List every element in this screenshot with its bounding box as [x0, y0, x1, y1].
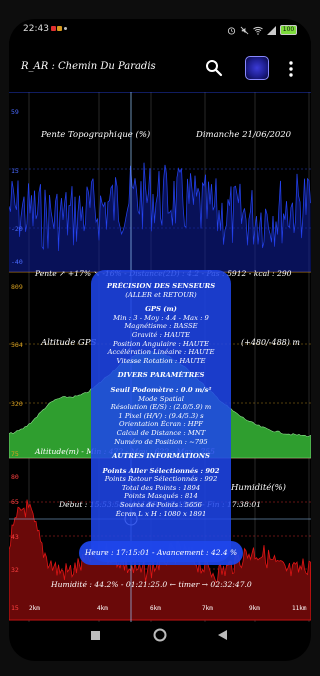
status-time: 22:43: [23, 24, 49, 34]
info-line: Calcul de Distance : MNT: [116, 428, 206, 437]
slope-date: Dimanche 21/06/2020: [196, 130, 292, 140]
info-line: Résolution (E/S) : (2.0/5.9) m: [110, 403, 212, 412]
info-line: Source de Points : 5656: [120, 501, 202, 510]
status-bar: 22:43 100: [9, 19, 311, 41]
info-line: Magnétisme : BASSE: [124, 322, 198, 331]
altitude-y-bottom: 75: [11, 450, 19, 458]
distance-tick: 7km: [202, 605, 213, 612]
info-line: Accélération Linéaire : HAUTE: [107, 348, 215, 357]
distance-tick: 4km: [97, 605, 108, 612]
wifi-icon: [253, 26, 263, 35]
info-line: GPS (m): [145, 305, 177, 314]
info-line: Vitesse Rotation : HAUTE: [116, 356, 206, 365]
info-line: Numéro de Position : ~795: [114, 437, 208, 446]
altitude-y-mid: 564: [11, 341, 23, 349]
info-line: Points Masqués : 814: [124, 492, 198, 501]
notification-icon: [57, 26, 62, 31]
info-line: Mode Spatial: [138, 394, 184, 403]
app-title: R_AR : Chemin Du Paradis: [21, 61, 156, 72]
info-line: DIVERS PARAMÈTRES: [117, 371, 205, 380]
distance-tick: 11km: [292, 605, 307, 612]
humidity-summary: Humidité : 44.2% - 01:21:25.0 ← timer → …: [51, 580, 252, 589]
battery-icon: 100: [280, 25, 297, 35]
distance-axis: 2km 4km 6km 7km 9km 11km: [9, 603, 311, 619]
slope-y-low: -20: [11, 225, 23, 233]
progress-pill: Heure : 17:15:01 - Avancement : 42.4 %: [79, 541, 243, 565]
info-line: PRÉCISION DES SENSEURS: [106, 282, 216, 290]
altitude-y-top: 809: [11, 283, 23, 291]
humidity-y-top: 80: [11, 473, 19, 481]
dots-icon: [64, 27, 67, 30]
info-line: Gravité : HAUTE: [131, 330, 191, 339]
home-button[interactable]: [153, 628, 167, 642]
info-line: Seuil Podomètre : 0.0 m/s²: [110, 385, 212, 394]
info-line: Points Aller Sélectionnés : 902: [102, 466, 220, 475]
slope-y-bottom: -40: [11, 258, 23, 266]
app-logo-button[interactable]: [245, 56, 269, 80]
app-bar: R_AR : Chemin Du Paradis: [9, 41, 311, 97]
info-line: AUTRES INFORMATIONS: [112, 452, 210, 461]
altitude-title: Altitude GPS: [41, 338, 97, 348]
humidity-y-m1: 65: [11, 498, 19, 506]
navigation-bar: [9, 622, 311, 650]
altitude-gain-loss: (+480/-488) m: [241, 338, 301, 347]
info-line: Écran L x H : 1080 x 1891: [115, 509, 207, 518]
signal-icon: [267, 25, 276, 35]
info-line: Min : 3 - Moy : 4.4 - Max : 9: [113, 313, 209, 322]
slope-y-top: 59: [11, 108, 19, 116]
phone-screen: 22:43 100 R_AR : Chemin Du Paradis Pente…: [9, 19, 311, 661]
overflow-menu-icon[interactable]: [288, 60, 294, 78]
altitude-y-low: 320: [11, 400, 23, 408]
search-icon[interactable]: [205, 59, 223, 77]
humidity-title: Humidité(%): [231, 483, 286, 493]
distance-tick: 9km: [249, 605, 260, 612]
info-line: Position Angulaire : HAUTE: [113, 339, 209, 348]
info-line: Total des Points : 1894: [121, 483, 201, 492]
info-line: Orientation Écran : HPF: [119, 420, 203, 429]
sensor-info-panel: PRÉCISION DES SENSEURS (ALLER et RETOUR) G…: [91, 270, 231, 562]
alarm-icon: [227, 26, 236, 35]
info-line: Points Retour Sélectionnés : 992: [104, 475, 218, 484]
distance-tick: 6km: [150, 605, 161, 612]
mute-icon: [240, 26, 249, 34]
distance-tick: 2km: [29, 605, 40, 612]
humidity-y-m2: 43: [11, 533, 19, 541]
slope-y-mid: 15: [11, 167, 19, 175]
notification-icon: [51, 26, 56, 31]
recents-button[interactable]: [91, 631, 100, 640]
humidity-y-m3: 32: [11, 566, 19, 574]
slope-title: Pente Topographique (%): [41, 130, 151, 140]
back-button[interactable]: [218, 630, 227, 640]
info-line: (ALLER et RETOUR): [125, 290, 197, 299]
